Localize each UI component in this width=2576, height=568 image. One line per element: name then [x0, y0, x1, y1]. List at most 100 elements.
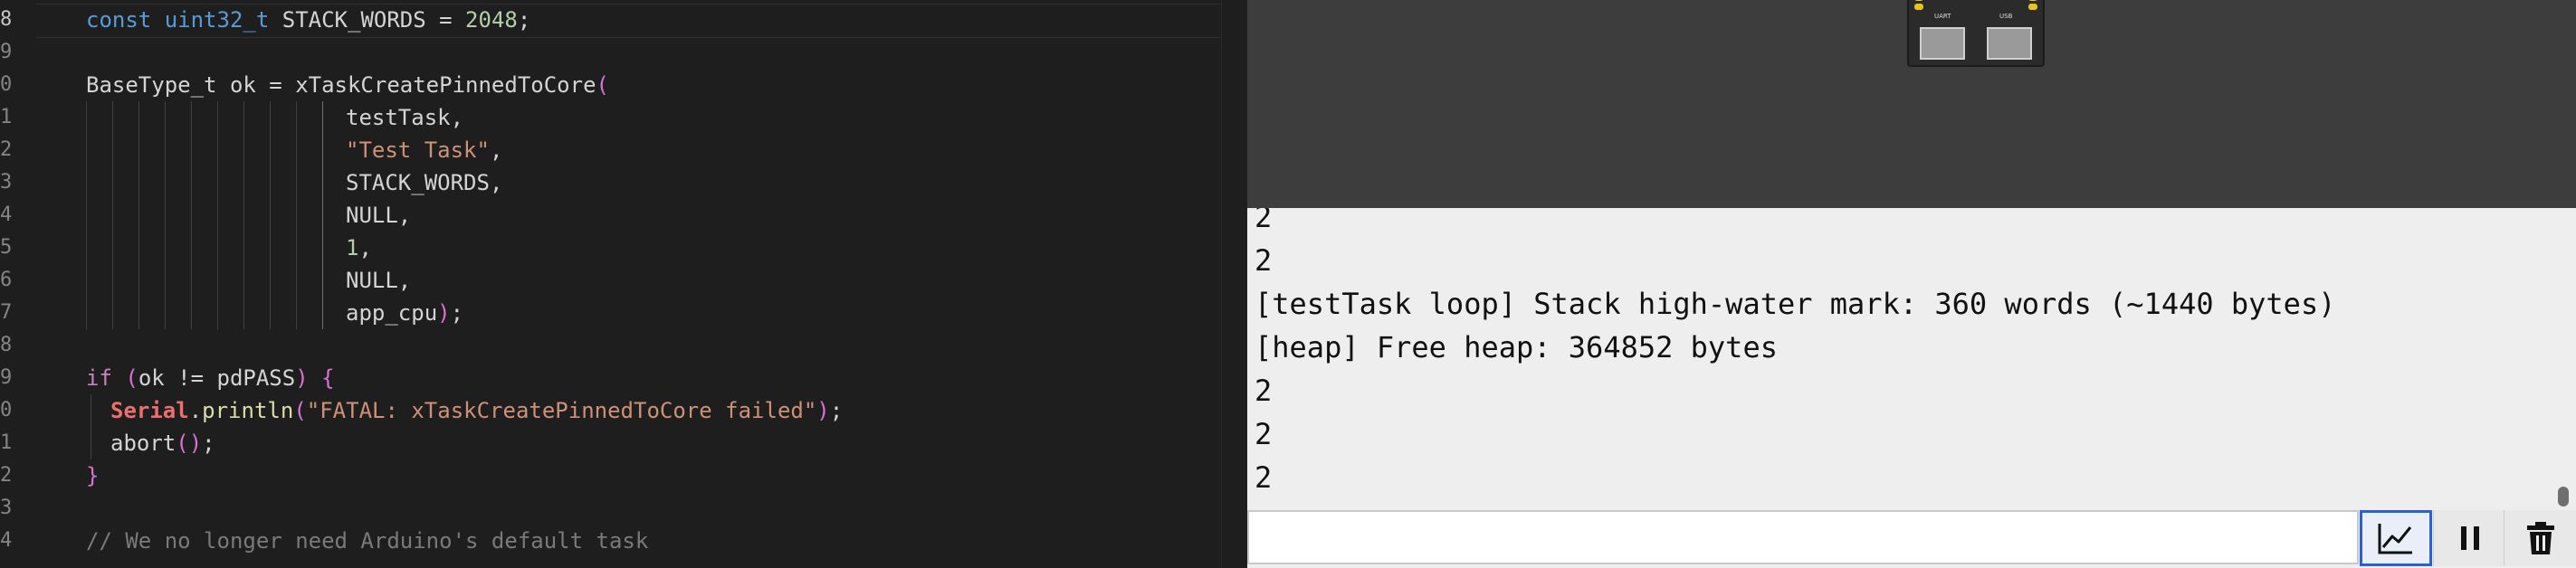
line-number: 8: [0, 8, 13, 31]
code-token: "Test Task": [346, 137, 490, 163]
usb-label: USB: [1999, 13, 2013, 20]
indent-guide: [86, 101, 87, 329]
line-number: 4: [0, 529, 13, 552]
code-token: ): [295, 365, 309, 391]
plotter-button[interactable]: [2360, 510, 2432, 566]
indent-guide: [191, 101, 192, 329]
code-line: // We no longer need Arduino's default t…: [86, 525, 648, 557]
line-number: 1: [0, 431, 13, 454]
code-token: ): [437, 300, 451, 326]
led-indicator: [2028, 4, 2037, 10]
indent-guide: [296, 101, 297, 329]
code-token: NULL,: [346, 203, 412, 228]
line-number: 3: [0, 171, 13, 194]
code-line: NULL,: [346, 199, 411, 232]
serial-output-line: [testTask loop] Stack high-water mark: 3…: [1255, 287, 2336, 321]
uart-usb-port: [1920, 27, 1965, 60]
usb-port: [1987, 27, 2032, 60]
led-indicator: [1914, 0, 1923, 1]
code-line: app_cpu);: [346, 297, 463, 329]
chart-line-icon: [2376, 520, 2416, 556]
code-token: testTask,: [346, 105, 464, 130]
line-number: 3: [0, 497, 13, 519]
code-token: 2048: [465, 7, 518, 33]
esp32-board[interactable]: UART USB: [1907, 0, 2045, 67]
code-token: .: [188, 398, 203, 423]
line-number: 9: [0, 366, 13, 389]
code-token: Serial: [110, 398, 189, 423]
code-editor[interactable]: 8 9 0 1 2 3 4 5 6 7 8 9 0 1 2 3 4 const uint32_t STACK_W…: [0, 0, 1247, 568]
code-token: ): [816, 398, 830, 423]
pause-icon: [2457, 524, 2484, 553]
code-line: "Test Task",: [346, 134, 502, 166]
pause-button[interactable]: [2433, 510, 2505, 566]
code-token: }: [86, 463, 100, 488]
simulator-canvas[interactable]: UART USB: [1247, 0, 2576, 208]
led-indicator: [2028, 0, 2037, 1]
indent-guide: [322, 101, 323, 329]
code-token: (: [293, 398, 307, 423]
code-token: {: [321, 365, 335, 391]
indent-guide: [112, 101, 113, 329]
indent-guide: [243, 101, 244, 329]
serial-output-line: 2: [1255, 243, 1273, 278]
code-token: ,: [358, 235, 372, 260]
clear-button[interactable]: [2504, 510, 2576, 566]
indent-guide: [165, 101, 166, 329]
line-number: 2: [0, 138, 13, 161]
serial-scrollbar-thumb[interactable]: [2558, 487, 2569, 506]
indent-guide: [138, 101, 139, 329]
led-indicator: [1914, 4, 1923, 10]
serial-output-line: [heap] Free heap: 364852 bytes: [1255, 330, 1778, 364]
code-token: ok != pdPASS: [138, 365, 296, 391]
code-token: (): [176, 431, 203, 456]
code-token: 1: [346, 235, 359, 260]
code-token: const: [86, 7, 165, 33]
code-line: 1,: [346, 232, 372, 264]
code-token: STACK_WORDS =: [269, 7, 466, 33]
serial-output-line: 2: [1255, 374, 1273, 408]
code-token: ;: [450, 300, 464, 326]
code-line: }: [86, 459, 99, 492]
code-line: const uint32_t STACK_WORDS = 2048;: [86, 4, 530, 36]
code-token: app_cpu: [346, 300, 438, 326]
line-number: 4: [0, 204, 13, 226]
serial-input[interactable]: [1247, 510, 2359, 564]
line-number: 8: [0, 334, 13, 356]
code-token: STACK_WORDS,: [346, 170, 503, 195]
line-number: 1: [0, 106, 13, 128]
editor-scrollbar[interactable]: [1221, 0, 1247, 568]
code-token: println: [202, 398, 294, 423]
line-number-gutter: 8 9 0 1 2 3 4 5 6 7 8 9 0 1 2 3 4: [0, 0, 36, 568]
serial-monitor-toolbar: [1247, 510, 2576, 568]
trash-icon: [2524, 520, 2557, 556]
code-line: abort();: [110, 427, 215, 459]
code-line: if (ok != pdPASS) {: [86, 362, 335, 394]
line-number: 6: [0, 269, 13, 291]
code-line: NULL,: [346, 264, 411, 297]
code-token: (: [125, 365, 138, 391]
code-line: testTask,: [346, 101, 463, 134]
code-token: (: [596, 72, 609, 98]
code-token: ;: [202, 431, 215, 456]
line-number: 2: [0, 464, 13, 487]
code-token: ;: [829, 398, 844, 423]
code-token: abort: [110, 431, 177, 456]
serial-output-line: 2: [1255, 208, 1273, 234]
code-token: if: [86, 365, 112, 391]
line-number: 9: [0, 41, 13, 63]
code-line: Serial.println("FATAL: xTaskCreatePinned…: [110, 394, 843, 427]
code-token: ,: [489, 137, 503, 163]
line-number: 0: [0, 73, 13, 96]
code-token: // We no longer need Arduino's default t…: [86, 528, 649, 554]
serial-monitor-output[interactable]: 2 2 [testTask loop] Stack high-water mark:…: [1247, 208, 2576, 510]
uart-label: UART: [1934, 13, 1951, 20]
serial-output-line: 2: [1255, 417, 1273, 451]
serial-output-line: 2: [1255, 460, 1273, 495]
code-token: uint32_t: [164, 7, 270, 33]
line-number: 0: [0, 399, 13, 421]
code-token: BaseType_t ok = xTaskCreatePinnedToCore: [86, 72, 596, 98]
code-token: ;: [517, 7, 531, 33]
